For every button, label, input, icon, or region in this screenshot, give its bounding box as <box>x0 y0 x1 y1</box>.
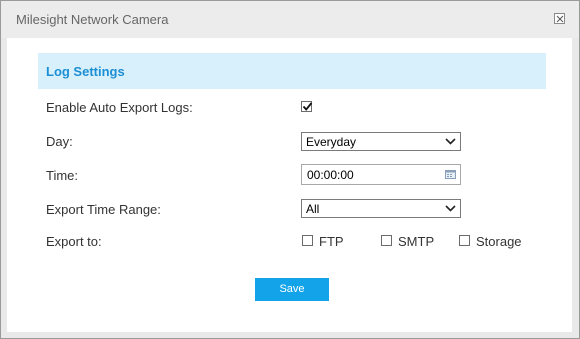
close-icon <box>556 15 564 23</box>
export-time-range-label: Export Time Range: <box>46 202 161 217</box>
dialog-content: Log Settings Enable Auto Export Logs: Da… <box>7 38 572 332</box>
save-button[interactable]: Save <box>255 278 329 301</box>
calendar-icon[interactable] <box>445 170 456 179</box>
export-storage-checkbox[interactable] <box>459 235 470 246</box>
day-select-value: Everyday <box>306 135 357 149</box>
export-ftp-label: FTP <box>319 234 344 249</box>
day-select[interactable]: Everyday <box>301 132 461 151</box>
close-button[interactable] <box>554 13 565 24</box>
export-smtp-checkbox[interactable] <box>381 235 392 246</box>
export-time-range-select[interactable]: All <box>301 199 461 218</box>
export-to-label: Export to: <box>46 234 102 249</box>
section-title: Log Settings <box>46 64 125 79</box>
chevron-down-icon <box>445 138 456 145</box>
export-ftp-checkbox[interactable] <box>302 235 313 246</box>
enable-auto-export-checkbox[interactable] <box>301 101 313 112</box>
chevron-down-icon <box>445 205 456 212</box>
export-storage-label: Storage <box>476 234 522 249</box>
window-title: Milesight Network Camera <box>16 12 169 27</box>
time-input[interactable]: 00:00:00 <box>301 164 461 185</box>
enable-auto-export-label: Enable Auto Export Logs: <box>46 100 193 115</box>
titlebar: Milesight Network Camera <box>1 1 579 38</box>
time-input-value: 00:00:00 <box>307 168 354 182</box>
day-label: Day: <box>46 134 73 149</box>
checkmark-icon <box>302 102 313 111</box>
dialog-window: Milesight Network Camera Log Settings En… <box>0 0 580 339</box>
section-header: Log Settings <box>38 53 546 89</box>
export-time-range-value: All <box>306 202 320 216</box>
export-smtp-label: SMTP <box>398 234 435 249</box>
time-label: Time: <box>46 168 79 183</box>
